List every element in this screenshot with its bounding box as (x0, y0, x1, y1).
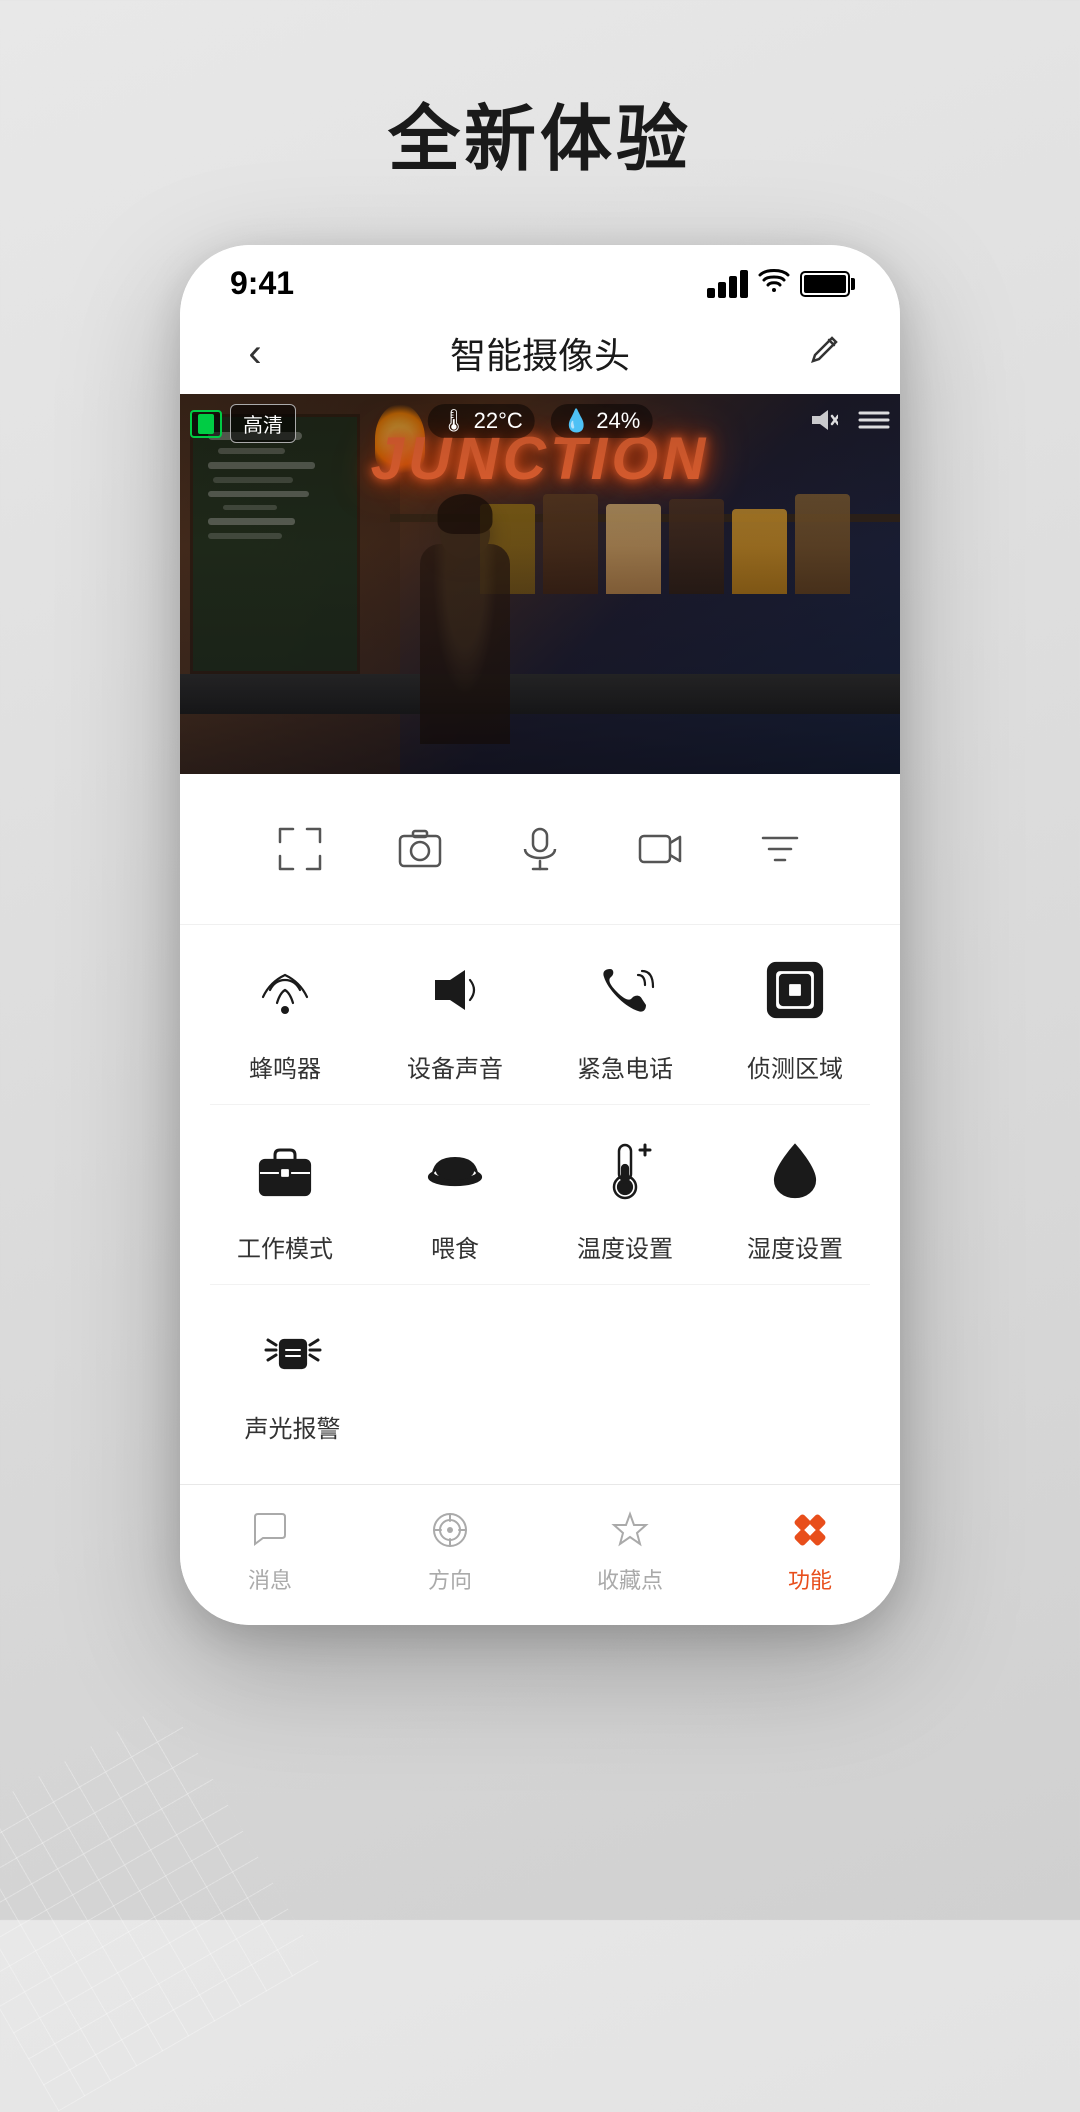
feature-buzzer[interactable]: 蜂鸣器 (210, 945, 360, 1084)
message-tab-icon (245, 1505, 295, 1555)
edit-button[interactable] (800, 331, 850, 376)
signal-icon (707, 270, 748, 298)
feature-grid-3: 声光报警 (180, 1285, 900, 1484)
record-button[interactable] (625, 814, 695, 884)
feature-device-sound[interactable]: 设备声音 (380, 945, 530, 1084)
function-tab-label: 功能 (788, 1563, 832, 1595)
wifi-icon (758, 267, 790, 300)
more-icon (745, 814, 815, 884)
buzzer-icon (240, 945, 330, 1035)
back-button[interactable]: ‹ (230, 331, 280, 376)
microphone-button[interactable] (505, 814, 575, 884)
feature-feeding-label: 喂食 (431, 1229, 479, 1264)
status-time: 9:41 (230, 265, 294, 302)
message-tab-label: 消息 (248, 1563, 292, 1595)
tab-direction[interactable]: 方向 (360, 1505, 540, 1595)
tab-function[interactable]: 功能 (720, 1505, 900, 1595)
screenshot-icon (385, 814, 455, 884)
nav-title: 智能摄像头 (450, 327, 630, 379)
feature-device-sound-label: 设备声音 (407, 1049, 503, 1084)
tab-favorites[interactable]: 收藏点 (540, 1505, 720, 1595)
fullscreen-icon (265, 814, 335, 884)
feature-grid-2: 工作模式 喂食 (180, 1105, 900, 1284)
feature-humidity-setting[interactable]: 湿度设置 (720, 1125, 870, 1264)
temp-setting-icon (580, 1125, 670, 1215)
direction-tab-label: 方向 (428, 1563, 472, 1595)
feature-grid: 蜂鸣器 设备声音 紧急电话 (180, 925, 900, 1104)
feature-work-mode-label: 工作模式 (237, 1229, 333, 1264)
feature-temp-setting-label: 温度设置 (577, 1229, 673, 1264)
humidity-setting-icon (750, 1125, 840, 1215)
feature-humidity-setting-label: 湿度设置 (747, 1229, 843, 1264)
emergency-call-icon (580, 945, 670, 1035)
tab-bar: 消息 方向 (180, 1484, 900, 1625)
screenshot-button[interactable] (385, 814, 455, 884)
feature-alarm-label: 声光报警 (245, 1409, 341, 1444)
alarm-icon (248, 1305, 338, 1395)
feature-temp-setting[interactable]: 温度设置 (550, 1125, 700, 1264)
favorites-tab-icon (605, 1505, 655, 1555)
nav-bar: ‹ 智能摄像头 (180, 312, 900, 394)
status-icons (707, 267, 850, 300)
more-button[interactable] (745, 814, 815, 884)
phone-frame: 9:41 ‹ 智能摄像头 (180, 245, 900, 1625)
battery-icon (800, 271, 850, 297)
microphone-icon (505, 814, 575, 884)
feeding-icon (410, 1125, 500, 1215)
fullscreen-button[interactable] (265, 814, 335, 884)
feature-alarm[interactable]: 声光报警 (210, 1285, 375, 1454)
feature-feeding[interactable]: 喂食 (380, 1125, 530, 1264)
status-bar: 9:41 (180, 245, 900, 312)
feature-work-mode[interactable]: 工作模式 (210, 1125, 360, 1264)
feature-emergency-call[interactable]: 紧急电话 (550, 945, 700, 1084)
work-mode-icon (240, 1125, 330, 1215)
page-title: 全新体验 (388, 80, 692, 185)
favorites-tab-label: 收藏点 (597, 1563, 663, 1595)
record-icon (625, 814, 695, 884)
direction-tab-icon (425, 1505, 475, 1555)
function-tab-icon (785, 1505, 835, 1555)
feature-detection-zone[interactable]: 侦测区域 (720, 945, 870, 1084)
device-sound-icon (410, 945, 500, 1035)
feature-emergency-call-label: 紧急电话 (577, 1049, 673, 1084)
feature-buzzer-label: 蜂鸣器 (249, 1049, 321, 1084)
controls-row (180, 774, 900, 925)
camera-feed: JUNCTION (180, 394, 900, 774)
detection-zone-icon (750, 945, 840, 1035)
tab-message[interactable]: 消息 (180, 1505, 360, 1595)
camera-overlay-gradient (180, 394, 900, 774)
feature-detection-zone-label: 侦测区域 (747, 1049, 843, 1084)
